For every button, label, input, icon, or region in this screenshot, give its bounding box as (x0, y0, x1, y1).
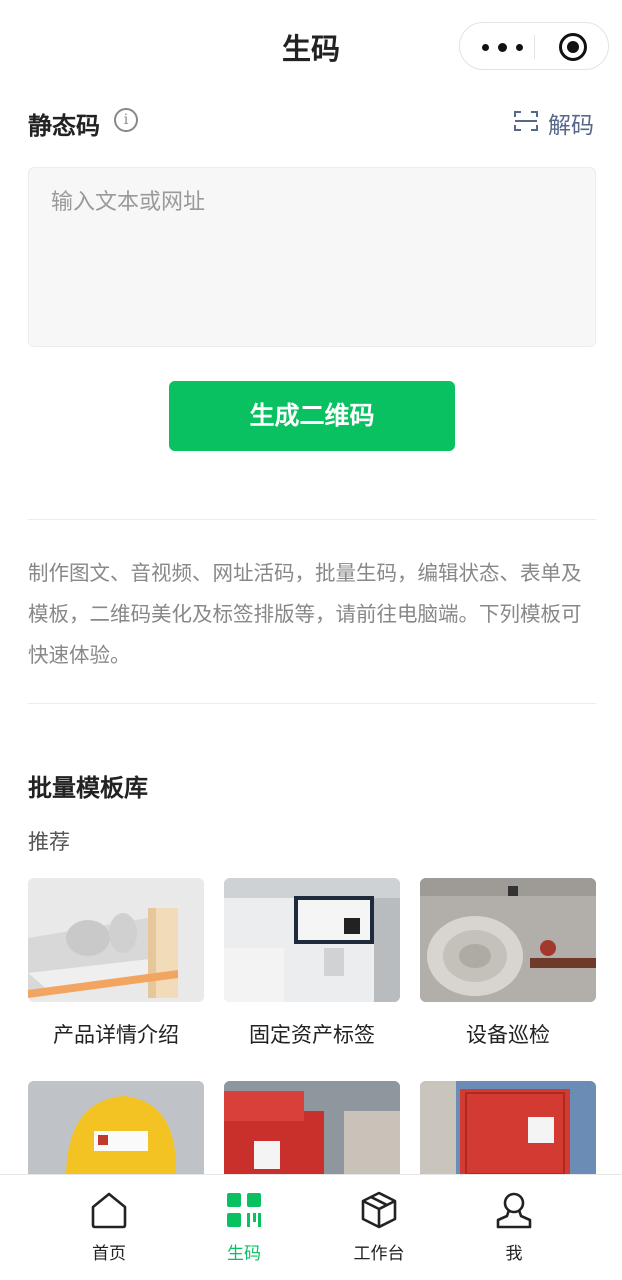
tab-workbench[interactable]: 工作台 (319, 1175, 439, 1280)
tab-generate[interactable]: 生码 (184, 1175, 304, 1280)
tab-label: 生码 (227, 1244, 261, 1264)
sofa-image (28, 878, 204, 1002)
extinguisher-box-image (224, 1081, 400, 1174)
template-library-title: 批量模板库 (28, 774, 148, 802)
template-library-subtitle: 推荐 (28, 830, 70, 854)
more-options-icon[interactable] (476, 23, 534, 71)
divider (28, 519, 596, 520)
template-fixed-asset-image[interactable] (224, 878, 400, 1002)
info-icon[interactable]: i (114, 108, 138, 132)
box-icon (361, 1191, 397, 1229)
template-distribution-box-image[interactable] (420, 1081, 596, 1174)
template-label[interactable]: 设备巡检 (420, 1019, 596, 1049)
tab-label: 我 (505, 1244, 523, 1264)
template-label[interactable]: 固定资产标签 (224, 1019, 400, 1049)
fire-hose-image (420, 878, 596, 1002)
template-equipment-inspection-image[interactable] (420, 878, 596, 1002)
tab-home[interactable]: 首页 (49, 1175, 169, 1280)
decode-button[interactable]: 解码 (514, 106, 594, 139)
safety-helmet-image (28, 1081, 204, 1174)
mini-program-capsule (459, 22, 609, 70)
close-mini-program-icon[interactable] (559, 33, 587, 61)
template-fire-extinguisher-image[interactable] (224, 1081, 400, 1174)
bottom-tab-bar: 首页 生码 工作台 我 (0, 1174, 622, 1280)
template-label[interactable]: 产品详情介绍 (28, 1019, 204, 1049)
home-icon (91, 1192, 127, 1229)
scan-icon (514, 111, 538, 131)
qrcode-icon (227, 1193, 261, 1227)
nav-header: 生码 (0, 0, 622, 94)
asset-label-image (224, 878, 400, 1002)
decode-label: 解码 (548, 113, 594, 139)
divider (28, 703, 596, 704)
static-code-label: 静态码 (28, 112, 100, 140)
text-input-container (28, 167, 596, 347)
feature-description: 制作图文、音视频、网址活码，批量生码，编辑状态、表单及模板，二维码美化及标签排版… (28, 561, 582, 667)
capsule-divider (534, 35, 535, 59)
tab-label: 工作台 (353, 1244, 405, 1264)
text-or-url-input[interactable] (29, 168, 595, 346)
template-product-details-image[interactable] (28, 878, 204, 1002)
generate-qrcode-button[interactable]: 生成二维码 (169, 381, 455, 451)
template-helmet-image[interactable] (28, 1081, 204, 1174)
distribution-box-image (420, 1081, 596, 1174)
tab-me[interactable]: 我 (454, 1175, 574, 1280)
tab-label: 首页 (92, 1244, 126, 1264)
static-code-header: 静态码 i 解码 (28, 104, 594, 140)
user-icon (496, 1192, 532, 1229)
